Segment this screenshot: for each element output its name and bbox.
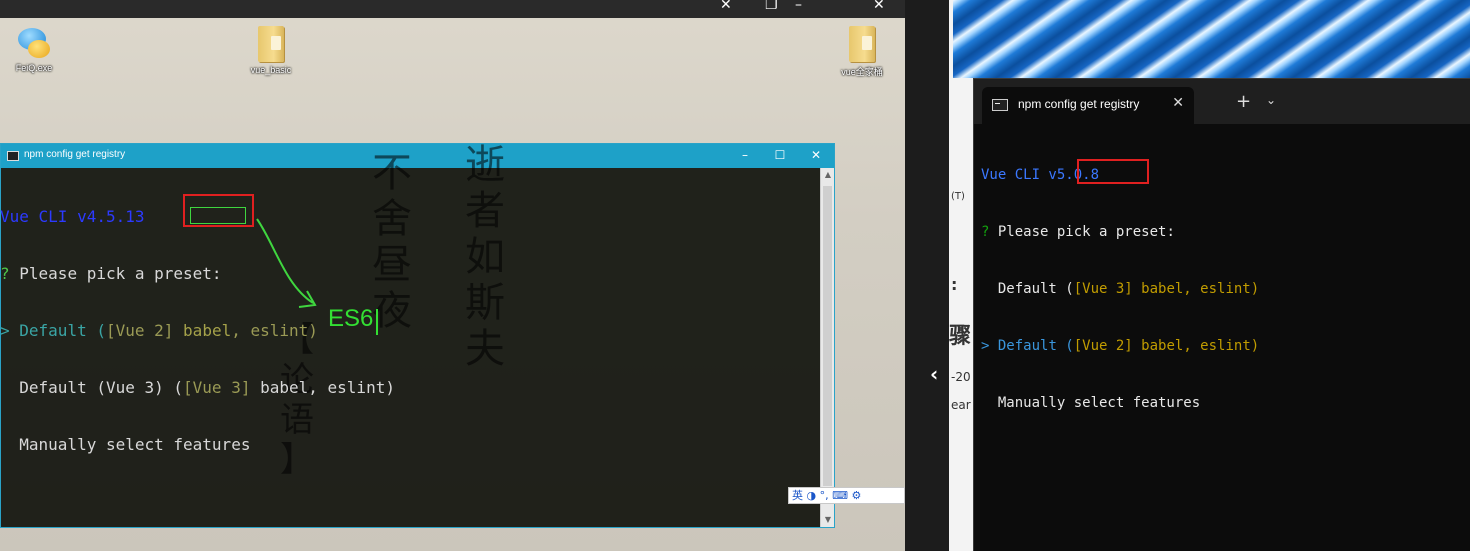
annotation-underline-box bbox=[190, 207, 246, 224]
folder-icon bbox=[258, 26, 284, 62]
desktop: ✕ ❐ – ✕ – FeiQ.exe vue_basic vue全家桶 npm … bbox=[0, 0, 905, 551]
annotation-label: ES6 bbox=[328, 305, 374, 332]
terminal-icon bbox=[992, 99, 1008, 111]
terminal-window[interactable]: npm config get registry ✕ + ⌄ Vue CLI v5… bbox=[973, 78, 1470, 551]
terminal-tab[interactable]: npm config get registry ✕ bbox=[982, 87, 1194, 124]
tab-close-icon[interactable]: ✕ bbox=[1172, 95, 1184, 111]
calligraphy-char: 斯 bbox=[465, 280, 505, 326]
wallpaper bbox=[953, 0, 1470, 78]
terminal-tabbar: npm config get registry ✕ + ⌄ bbox=[974, 79, 1470, 124]
scroll-up-icon[interactable]: ▲ bbox=[821, 168, 835, 182]
highlight-box bbox=[1077, 159, 1149, 184]
ime-toolbar[interactable]: 英 ◑ °, ⌨ ⚙ bbox=[788, 487, 905, 504]
annotation-arrow bbox=[256, 218, 317, 308]
folder-icon bbox=[849, 26, 875, 62]
window-close-icon[interactable]: ✕ bbox=[873, 0, 885, 12]
option-text: babel, eslint) bbox=[250, 378, 395, 397]
feiq-icon bbox=[16, 26, 52, 60]
background-text: ear bbox=[951, 398, 971, 412]
console-scrollbar[interactable]: ▲ ▼ bbox=[820, 168, 834, 527]
calligraphy-char: 者 bbox=[465, 188, 505, 234]
option-manual[interactable]: Manually select features bbox=[981, 394, 1259, 413]
scroll-down-icon[interactable]: ▼ bbox=[821, 513, 835, 527]
desktop-icon-label: vue全家桶 bbox=[841, 67, 883, 77]
desktop-icon-label: FeiQ.exe bbox=[15, 63, 53, 73]
option-vue-tag: [Vue 2] bbox=[105, 321, 174, 340]
cli-version: Vue CLI v4.5.13 bbox=[0, 207, 145, 226]
minimize-button[interactable]: – bbox=[738, 147, 752, 163]
option-text: Manually select features bbox=[0, 435, 251, 454]
console-titlebar[interactable]: npm config get registry – ☐ ✕ bbox=[1, 144, 834, 168]
close-button[interactable]: ✕ bbox=[809, 147, 823, 163]
option-default-vue2[interactable]: > Default ([Vue 2] babel, eslint) bbox=[981, 337, 1259, 356]
console-title: npm config get registry bbox=[24, 149, 126, 160]
background-text: -20 bbox=[951, 370, 971, 384]
close-icon[interactable]: ✕ bbox=[720, 0, 732, 12]
tab-title: npm config get registry bbox=[1018, 97, 1140, 111]
prompt-text: Please pick a preset: bbox=[989, 224, 1175, 240]
side-panel bbox=[905, 0, 953, 551]
prompt-text: Please pick a preset: bbox=[9, 264, 222, 283]
option-text: Manually select features bbox=[981, 395, 1201, 411]
calligraphy-char: 夫 bbox=[465, 326, 505, 372]
option-text: Default (Vue 3) ( bbox=[0, 378, 184, 397]
question-mark: ? bbox=[0, 264, 10, 283]
calligraphy-char: 如 bbox=[465, 234, 505, 280]
option-text: babel, eslint) bbox=[1132, 281, 1260, 297]
option-vue-tag: [Vue 3] bbox=[183, 378, 251, 397]
background-text: 骤 bbox=[949, 324, 972, 349]
text-cursor bbox=[376, 309, 378, 335]
desktop-icon-feiq[interactable]: FeiQ.exe bbox=[0, 26, 74, 73]
chevron-left-icon[interactable]: ‹ bbox=[930, 362, 938, 386]
maximize-button[interactable]: ☐ bbox=[773, 147, 787, 163]
desktop-icon-vue-family[interactable]: vue全家桶 bbox=[822, 26, 902, 78]
option-vue-tag: [Vue 2] bbox=[1073, 338, 1133, 354]
restore-icon[interactable]: ❐ bbox=[765, 0, 778, 12]
option-babel: babel bbox=[183, 321, 232, 340]
desktop-icon-label: vue_basic bbox=[250, 65, 292, 75]
minimize-icon[interactable]: – bbox=[795, 0, 802, 12]
new-tab-icon[interactable]: + bbox=[1236, 91, 1251, 112]
calligraphy-column: 逝 者 如 斯 夫 bbox=[460, 142, 510, 372]
option-text: babel, eslint) bbox=[1132, 338, 1260, 354]
calligraphy-char: 逝 bbox=[465, 142, 505, 188]
option-vue-tag: [Vue 3] bbox=[1073, 281, 1133, 297]
console-icon bbox=[7, 151, 19, 161]
option-default-vue3[interactable]: Default (Vue 3) ([Vue 3] babel, eslint) bbox=[0, 378, 395, 397]
chevron-down-icon[interactable]: ⌄ bbox=[1266, 93, 1276, 107]
option-default-vue3[interactable]: Default ([Vue 3] babel, eslint) bbox=[981, 280, 1259, 299]
option-text: Default ( bbox=[9, 321, 106, 340]
desktop-icon-vue-basic[interactable]: vue_basic bbox=[231, 26, 311, 75]
top-strip: ✕ ❐ – ✕ – bbox=[0, 0, 905, 18]
selection-arrow: > bbox=[0, 321, 10, 340]
scroll-thumb[interactable] bbox=[823, 186, 832, 486]
background-text: (T) bbox=[951, 191, 965, 202]
option-text: Default ( bbox=[981, 281, 1074, 297]
ime-label: 英 ◑ °, ⌨ ⚙ bbox=[792, 489, 862, 502]
option-text bbox=[173, 321, 183, 340]
background-text: : bbox=[951, 275, 958, 294]
option-manual[interactable]: Manually select features bbox=[0, 435, 395, 454]
option-text: Default ( bbox=[989, 338, 1074, 354]
option-text: , eslint) bbox=[231, 321, 318, 340]
